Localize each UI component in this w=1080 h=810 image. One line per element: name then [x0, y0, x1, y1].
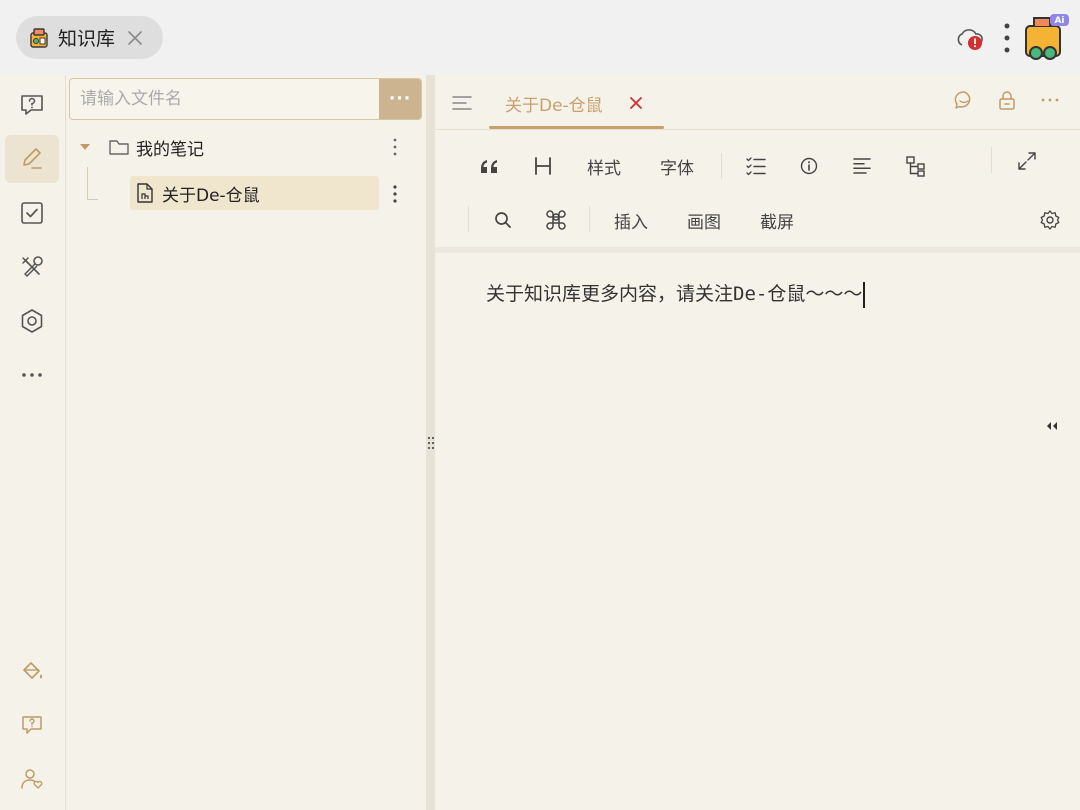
caret-down-icon[interactable]	[80, 144, 90, 150]
edit-icon	[23, 148, 42, 169]
toolbar-divider	[468, 206, 469, 232]
feedback-icon	[22, 716, 42, 734]
knowledge-base-logo-icon	[30, 27, 48, 48]
lock-icon[interactable]	[996, 89, 1018, 111]
tab-document-label: 关于De-仓鼠	[505, 96, 603, 116]
rail-user-button[interactable]	[5, 755, 59, 803]
font-button[interactable]: 字体	[660, 154, 694, 179]
rail-theme-button[interactable]	[5, 648, 59, 696]
paint-bucket-icon	[23, 662, 43, 679]
toolbar-divider	[721, 153, 722, 179]
tree-connector-line	[87, 167, 98, 200]
heading-button[interactable]	[530, 152, 556, 180]
align-left-icon	[853, 158, 871, 174]
draw-button[interactable]: 画图	[687, 208, 721, 233]
tree-folder-row[interactable]: 我的笔记	[66, 129, 426, 165]
app-tab-label: 知识库	[58, 28, 116, 50]
tab-document[interactable]: 关于De-仓鼠	[489, 75, 664, 129]
comment-icon[interactable]	[953, 89, 975, 111]
command-button[interactable]	[543, 206, 569, 234]
more-icon	[22, 373, 42, 377]
more-icon: ···	[388, 89, 412, 109]
gear-icon	[1040, 210, 1060, 230]
file-search-box: ···	[69, 78, 422, 120]
editor-tab-bar: 关于De-仓鼠	[435, 75, 1080, 130]
command-icon	[546, 210, 566, 230]
app-tab-knowledge-base[interactable]: 知识库	[16, 16, 163, 59]
collapse-left-icon[interactable]	[1045, 420, 1059, 432]
align-button[interactable]	[849, 152, 875, 180]
close-icon[interactable]	[125, 28, 145, 48]
settings-hex-icon	[21, 309, 43, 333]
file-search-input[interactable]	[70, 79, 380, 119]
more-vertical-icon[interactable]	[391, 137, 399, 157]
file-search-more-button[interactable]: ···	[379, 79, 421, 119]
editor-pane: 关于De-仓鼠 样式 字体 插入 画图 截屏 关于知识库更多内容，请关注De-仓…	[435, 75, 1080, 810]
quote-button[interactable]	[476, 152, 502, 180]
folder-label: 我的笔记	[136, 140, 204, 160]
toolbar-divider	[991, 147, 992, 173]
info-button[interactable]	[796, 152, 822, 180]
quote-icon	[481, 160, 497, 173]
editor-toolbar: 样式 字体 插入 画图 截屏	[435, 130, 1080, 253]
help-icon	[21, 95, 43, 115]
ai-badge-text: Ai	[1054, 16, 1064, 26]
rail-edit-button[interactable]	[5, 135, 59, 183]
file-label: 关于De-仓鼠	[162, 186, 260, 206]
heading-icon	[535, 157, 551, 175]
checklist-icon	[746, 157, 766, 176]
folder-icon	[109, 140, 129, 155]
tree-file-row[interactable]: 关于De-仓鼠	[130, 176, 379, 210]
insert-button[interactable]: 插入	[614, 208, 648, 233]
checklist-button[interactable]	[743, 152, 769, 180]
rail-tools-button[interactable]	[5, 243, 59, 291]
editor-settings-button[interactable]	[1037, 206, 1063, 234]
toolbar-divider	[589, 206, 590, 232]
more-icon[interactable]	[1039, 89, 1061, 111]
text-cursor	[863, 281, 865, 308]
active-tab-indicator	[489, 126, 664, 129]
rail-tasks-button[interactable]	[5, 189, 59, 237]
search-icon	[495, 212, 511, 228]
menu-icon[interactable]	[452, 94, 472, 112]
close-icon[interactable]	[629, 96, 643, 110]
rail-settings-button[interactable]	[5, 297, 59, 345]
ai-assistant-avatar-icon[interactable]: Ai	[1020, 12, 1070, 62]
title-bar: 知识库 Ai	[0, 0, 1080, 75]
mindmap-icon	[906, 156, 925, 177]
left-icon-rail	[0, 75, 66, 810]
drag-handle-icon[interactable]	[427, 436, 435, 450]
rail-feedback-button[interactable]	[5, 701, 59, 749]
expand-icon	[1018, 152, 1036, 170]
cloud-sync-error-icon[interactable]	[954, 26, 986, 52]
style-button[interactable]: 样式	[587, 154, 621, 179]
editor-content[interactable]: 关于知识库更多内容，请关注De-仓鼠～～～	[486, 279, 865, 308]
mindmap-button[interactable]	[903, 152, 929, 180]
file-tree-panel: ··· 我的笔记 关于De-仓鼠	[66, 75, 426, 810]
screenshot-button[interactable]: 截屏	[760, 208, 794, 233]
search-button[interactable]	[490, 206, 516, 234]
rail-more-button[interactable]	[5, 351, 59, 399]
user-icon	[21, 769, 43, 789]
document-icon	[137, 183, 153, 203]
checkbox-icon	[21, 202, 43, 224]
tools-icon	[22, 256, 43, 277]
rail-help-button[interactable]	[5, 81, 59, 129]
fullscreen-button[interactable]	[1014, 147, 1040, 175]
more-vertical-icon[interactable]	[391, 184, 399, 204]
info-icon	[800, 157, 818, 175]
content-paragraph: 关于知识库更多内容，请关注De-仓鼠～～～	[486, 283, 863, 305]
more-vertical-icon[interactable]	[1001, 22, 1013, 54]
